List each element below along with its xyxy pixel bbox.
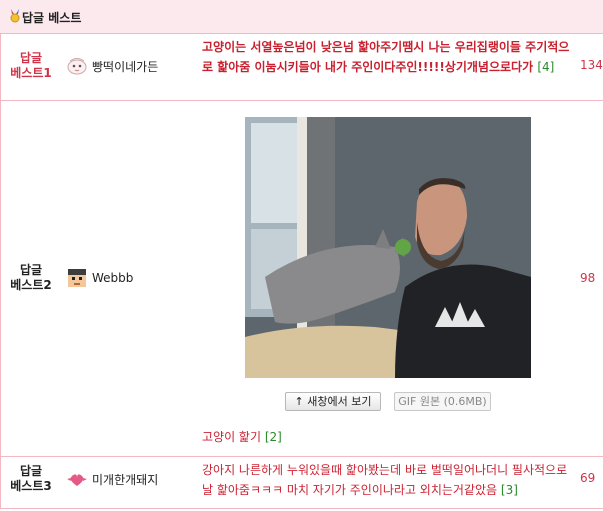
author-nickname[interactable]: 빵떡이네가든 — [92, 58, 158, 75]
comment-count[interactable]: [4] — [537, 60, 554, 74]
vote-count: 98 — [580, 271, 596, 285]
author[interactable]: 미개한개돼지 — [66, 471, 158, 488]
reply-row: 답글 베스트1 빵떡이네가든 고양이는 서열높은넘이 낮은넘 핥아주기땜시 나는… — [0, 34, 603, 101]
avatar-icon — [67, 58, 87, 75]
comment-count[interactable]: [3] — [501, 483, 518, 497]
heart-avatar-icon — [67, 473, 87, 486]
section-header: 답글 베스트 — [0, 0, 603, 34]
attached-gif-image[interactable] — [245, 117, 531, 378]
comment-count[interactable]: [2] — [265, 430, 282, 444]
author-nickname[interactable]: Webbb — [92, 271, 133, 285]
reply-text[interactable]: 강아지 나른하게 누워있을때 핥아봤는데 바로 벌떡일어나더니 필사적으로 날 … — [202, 460, 574, 500]
section-title: 답글 베스트 — [22, 11, 82, 25]
vote-count: 69 — [580, 471, 596, 485]
reply-text[interactable]: 고양이는 서열높은넘이 낮은넘 핥아주기땜시 나는 우리집랭이들 주기적으로 핥… — [202, 37, 574, 77]
medal-icon — [10, 9, 20, 23]
rank-label: 답글 베스트2 — [10, 263, 52, 292]
gif-original-button[interactable]: GIF 원본 (0.6MB) — [394, 392, 491, 411]
rank-label: 답글 베스트3 — [10, 464, 52, 493]
open-new-window-button[interactable]: ↑ 새창에서 보기 — [285, 392, 381, 411]
rank-label: 답글 베스트1 — [10, 51, 52, 80]
author-nickname[interactable]: 미개한개돼지 — [92, 471, 158, 488]
reply-row: 답글 베스트3 미개한개돼지 강아지 나른하게 누워있을때 핥아봤는데 바로 벌… — [0, 457, 603, 509]
author[interactable]: 빵떡이네가든 — [66, 57, 158, 75]
author[interactable]: Webbb — [66, 267, 133, 289]
vote-count: 134 — [580, 58, 603, 72]
avatar-icon — [68, 269, 86, 287]
reply-text[interactable]: 고양이 핥기 [2] — [202, 427, 574, 447]
